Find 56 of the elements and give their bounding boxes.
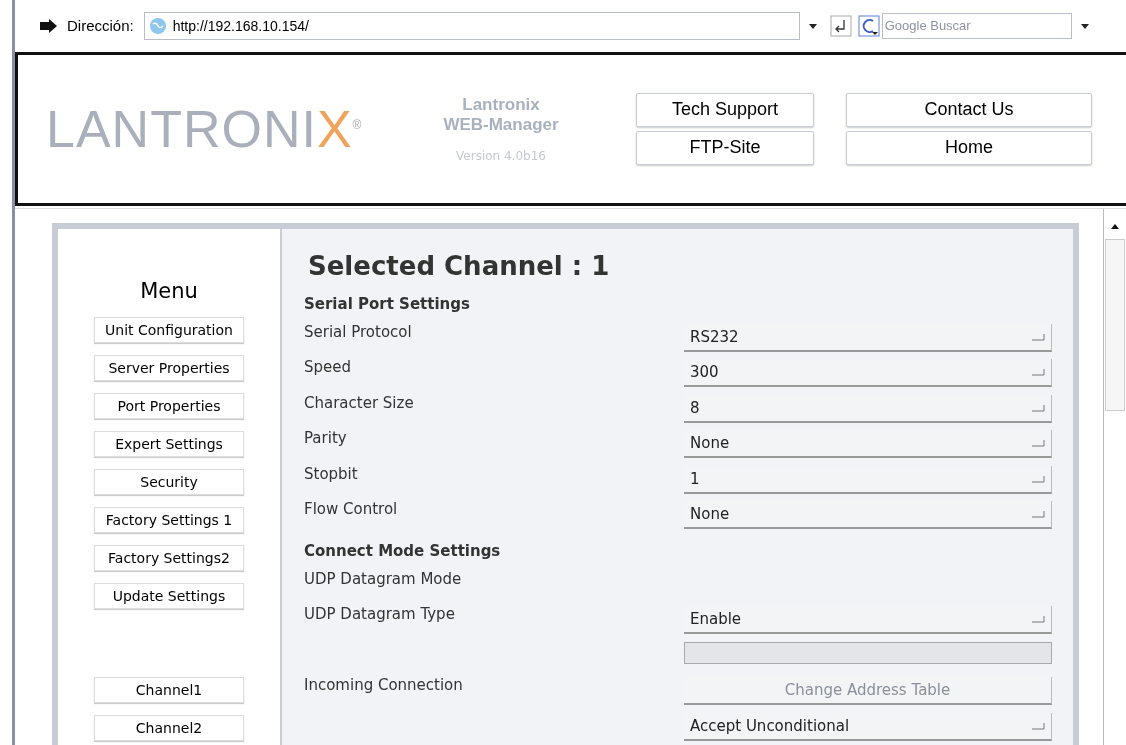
app-name: WEB-Manager [443, 114, 559, 135]
url-text: http://192.168.10.154/ [172, 17, 309, 34]
dropdown[interactable]: None [684, 501, 1052, 529]
field-label: Incoming Connection [304, 676, 463, 694]
menu-item[interactable]: Server Properties [94, 354, 244, 381]
field-label: Parity [304, 429, 347, 447]
dropdown[interactable]: RS232 [684, 323, 1052, 352]
menu-item[interactable]: Unit Configuration [94, 316, 244, 343]
section-heading: Connect Mode Settings [304, 540, 502, 562]
menu-item[interactable]: Factory Settings2 [94, 544, 244, 571]
header-link-button[interactable]: Home [846, 130, 1092, 165]
header-link-button[interactable]: Contact Us [846, 92, 1092, 127]
version-text: Version 4.0b16 [456, 148, 546, 163]
menu-item[interactable]: Update Settings [94, 582, 244, 609]
product-name: Lantronix [462, 94, 540, 115]
enter-icon[interactable] [829, 14, 852, 37]
field-label: Speed [304, 358, 352, 376]
dropdown-handle-icon [1031, 615, 1045, 623]
dropdown[interactable]: 8 [684, 394, 1052, 423]
logo: LANTRONIX$^{®}$ [46, 98, 364, 159]
header-link-button[interactable]: Tech Support [636, 92, 814, 127]
dropdown[interactable]: 1 [684, 465, 1052, 494]
dropdown[interactable]: Accept Unconditional [684, 712, 1052, 741]
dropdown[interactable]: 300 [684, 359, 1052, 387]
field-label: Serial Protocol [304, 322, 412, 341]
dropdown-handle-icon [1031, 721, 1045, 730]
field-label: Flow Control [304, 500, 398, 518]
field-label: UDP Datagram Type [304, 605, 455, 623]
address-field[interactable]: http://192.168.10.154/ [143, 11, 800, 40]
dropdown-handle-icon [1031, 439, 1045, 447]
dropdown[interactable]: None [684, 430, 1052, 458]
field-label: Stopbit [304, 464, 358, 483]
channel-button[interactable]: Channel1 [94, 676, 244, 703]
dropdown[interactable]: Enable [684, 606, 1052, 634]
header-link-button[interactable]: FTP-Site [636, 130, 814, 165]
dropdown-handle-icon [1031, 368, 1045, 376]
menu-title: Menu [140, 278, 198, 303]
channel-button[interactable]: Channel2 [94, 714, 244, 741]
address-label: Dirección: [67, 17, 134, 35]
menu-item[interactable]: Expert Settings [94, 430, 244, 457]
globe-icon [148, 16, 167, 35]
dropdown-handle-icon [1031, 332, 1045, 341]
menu-item[interactable]: Port Properties [94, 392, 244, 419]
dropdown-handle-icon [1031, 510, 1045, 518]
scrollbar[interactable] [1103, 208, 1126, 745]
page-title: Selected Channel : 1 [308, 250, 611, 281]
section-heading: Serial Port Settings [304, 293, 471, 315]
scroll-thumb[interactable] [1105, 238, 1125, 411]
google-icon [857, 14, 880, 37]
dropdown-handle-icon [1031, 403, 1045, 412]
menu-item[interactable]: Security [94, 468, 244, 495]
dropdown-handle-icon [1031, 474, 1045, 483]
menu-item[interactable]: Factory Settings 1 [94, 506, 244, 533]
field-label: Character Size [304, 393, 414, 412]
search-field[interactable]: Google Buscar [881, 12, 1072, 39]
field-label: UDP Datagram Mode [304, 569, 462, 588]
